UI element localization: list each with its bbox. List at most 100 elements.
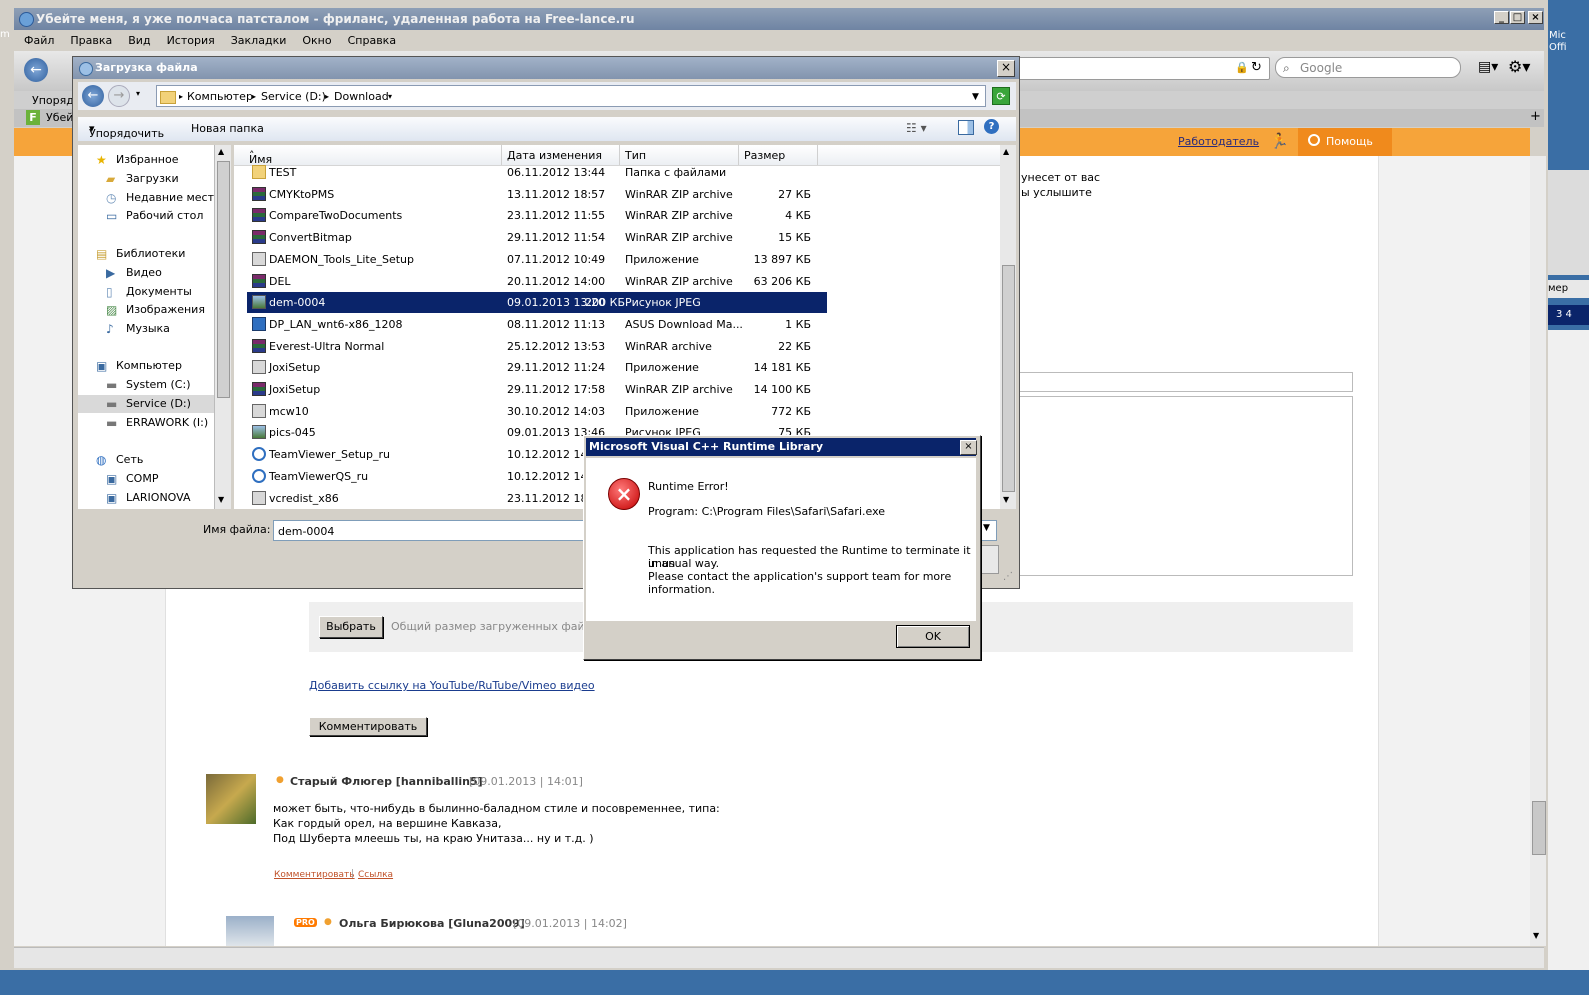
comment-submit-button[interactable]: Комментировать: [309, 717, 427, 736]
file-type: WinRAR ZIP archive: [625, 188, 733, 201]
employer-link[interactable]: Работодатель: [1178, 135, 1259, 148]
scroll-thumb[interactable]: [217, 161, 230, 398]
file-row[interactable]: JoxiSetup 29.11.2012 17:58 WinRAR ZIP arch…: [234, 379, 1000, 400]
navigation-scrollbar[interactable]: ▲ ▼: [214, 145, 231, 509]
resize-grip-icon[interactable]: ⋰: [1003, 571, 1013, 582]
file-row[interactable]: DP_LAN_wnt6-x86_1208 08.11.2012 11:13 ASUS…: [234, 314, 1000, 335]
browser-title-bar: Убейте меня, я уже полчаса патсталом - ф…: [14, 8, 1544, 30]
address-dropdown-icon[interactable]: ▼: [972, 86, 979, 108]
new-tab-icon[interactable]: +: [1530, 109, 1541, 124]
file-row[interactable]: CMYKtoPMS 13.11.2012 18:57 WinRAR ZIP arch…: [234, 184, 1000, 205]
file-row[interactable]: JoxiSetup 29.11.2012 11:24 Приложение 14 18…: [234, 357, 1000, 378]
nav-item[interactable]: ▨ Изображения: [78, 301, 214, 319]
horizontal-scrollbar[interactable]: [14, 947, 1544, 968]
help-icon[interactable]: ?: [984, 119, 999, 134]
menu-view[interactable]: Вид: [122, 31, 156, 51]
column-type[interactable]: Тип: [625, 149, 646, 162]
page-menu-icon[interactable]: ▤▾: [1478, 59, 1498, 75]
column-name[interactable]: Имя ˄: [249, 149, 272, 166]
organize-button[interactable]: Упорядочить ▾: [89, 122, 164, 140]
minimize-button[interactable]: _: [1494, 11, 1509, 24]
view-options-icon[interactable]: ☷ ▾: [906, 121, 927, 135]
nav-item[interactable]: ♪ Музыка: [78, 320, 214, 338]
menu-help[interactable]: Справка: [342, 31, 402, 51]
nav-item[interactable]: ▬ Service (D:): [78, 395, 214, 413]
nav-item[interactable]: ▣ Компьютер: [78, 357, 214, 375]
comment-line-1: может быть, что-нибудь в былинно-баладно…: [273, 802, 720, 815]
nav-item[interactable]: ▶ Видео: [78, 264, 214, 282]
comment-author[interactable]: Ольга Бирюкова [Gluna2009]: [339, 917, 525, 930]
reload-icon[interactable]: ↻: [1251, 60, 1262, 75]
nav-item[interactable]: ▣ LARIONOVA: [78, 489, 214, 507]
nav-item[interactable]: ★ Избранное: [78, 151, 214, 169]
reply-link[interactable]: Комментировать: [274, 870, 355, 880]
history-dropdown-icon[interactable]: ▾: [136, 89, 140, 98]
folder-icon: ▰: [106, 172, 116, 186]
preview-pane-icon[interactable]: [958, 120, 974, 135]
choose-file-button[interactable]: Выбрать: [319, 616, 383, 638]
menu-edit[interactable]: Правка: [64, 31, 118, 51]
nav-item[interactable]: ▣ COMP: [78, 470, 214, 488]
nav-item[interactable]: ▬ System (C:): [78, 376, 214, 394]
column-date[interactable]: Дата изменения: [507, 149, 602, 162]
nav-item[interactable]: ◷ Недавние места: [78, 189, 221, 207]
breadcrumb[interactable]: ▸ Компьютер ▸ Service (D:) ▸ Download ▾ …: [156, 85, 986, 107]
title-input[interactable]: [1016, 372, 1353, 392]
open-button-edge[interactable]: [979, 545, 999, 574]
scroll-down-icon[interactable]: ▼: [1533, 931, 1539, 940]
search-input[interactable]: ⌕ Google: [1275, 57, 1461, 78]
file-row[interactable]: mcw10 30.10.2012 14:03 Приложение 772 КБ: [234, 401, 1000, 422]
breadcrumb-item[interactable]: Service (D:): [261, 86, 326, 108]
file-row[interactable]: Everest-Ultra Normal 25.12.2012 13:53 WinR…: [234, 336, 1000, 357]
forward-icon[interactable]: →: [108, 85, 130, 107]
breadcrumb-item[interactable]: Download: [334, 86, 389, 108]
permalink[interactable]: Ссылка: [358, 870, 393, 880]
bookmark-tab[interactable]: Убей: [46, 111, 73, 124]
online-dot-icon: ●: [324, 917, 332, 927]
file-row[interactable]: ConvertBitmap 29.11.2012 11:54 WinRAR ZIP …: [234, 227, 1000, 248]
comment-author[interactable]: Старый Флюгер [hanniballin5]: [290, 775, 483, 788]
tab-label[interactable]: Упоряд: [32, 94, 74, 107]
gear-icon[interactable]: ⚙▾: [1508, 57, 1530, 76]
add-video-link[interactable]: Добавить ссылку на YouTube/RuTube/Vimeo …: [309, 679, 595, 692]
error-icon: ×: [608, 478, 640, 510]
address-bar[interactable]: 🔒 ↻: [1010, 57, 1270, 80]
file-row[interactable]: DAEMON_Tools_Lite_Setup 07.11.2012 10:49 П…: [234, 249, 1000, 270]
scroll-thumb[interactable]: [1532, 801, 1546, 855]
scroll-down-icon[interactable]: ▼: [218, 495, 224, 504]
file-row[interactable]: TEST 06.11.2012 13:44 Папка с файлами: [234, 162, 1000, 183]
scroll-up-icon[interactable]: ▲: [1003, 147, 1009, 156]
column-size[interactable]: Размер: [744, 149, 785, 162]
nav-item[interactable]: ▰ Загрузки: [78, 170, 214, 188]
menu-history[interactable]: История: [161, 31, 221, 51]
dialog-close-button[interactable]: ×: [997, 60, 1015, 77]
nav-item[interactable]: ◍ Сеть: [78, 451, 214, 469]
scroll-thumb[interactable]: [1002, 265, 1015, 492]
help-button[interactable]: Помощь: [1298, 128, 1392, 156]
scroll-up-icon[interactable]: ▲: [218, 147, 224, 156]
filename-dropdown-icon[interactable]: ▼: [983, 523, 990, 533]
ok-button[interactable]: OK: [896, 625, 970, 648]
file-list-scrollbar[interactable]: ▲ ▼: [1000, 145, 1016, 509]
comment-textarea[interactable]: [1016, 396, 1353, 576]
nav-item[interactable]: ▯ Документы: [78, 283, 214, 301]
breadcrumb-item[interactable]: Компьютер: [187, 86, 253, 108]
page-scrollbar[interactable]: ▼: [1530, 156, 1546, 946]
new-folder-button[interactable]: Новая папка: [191, 122, 264, 135]
nav-item[interactable]: ▬ ERRAWORK (I:): [78, 414, 214, 432]
refresh-icon[interactable]: ⟳: [992, 87, 1010, 105]
back-icon[interactable]: ←: [82, 85, 104, 107]
menu-file[interactable]: Файл: [18, 31, 60, 51]
scroll-down-icon[interactable]: ▼: [1003, 495, 1009, 504]
menu-window[interactable]: Окно: [296, 31, 337, 51]
nav-item[interactable]: ▭ Рабочий стол: [78, 207, 214, 225]
error-close-button[interactable]: ×: [960, 440, 977, 455]
file-row[interactable]: CompareTwoDocuments 23.11.2012 11:55 WinRA…: [234, 205, 1000, 226]
menu-bookmarks[interactable]: Закладки: [225, 31, 293, 51]
file-row[interactable]: dem-0004 09.01.2013 13:20 Рисунок JPEG 200 …: [247, 292, 827, 313]
close-button[interactable]: ×: [1528, 11, 1543, 24]
back-icon[interactable]: ←: [24, 58, 48, 82]
nav-item[interactable]: ▤ Библиотеки: [78, 245, 214, 263]
maximize-button[interactable]: □: [1510, 11, 1525, 24]
file-row[interactable]: DEL 20.11.2012 14:00 WinRAR ZIP archive 63 …: [234, 271, 1000, 292]
